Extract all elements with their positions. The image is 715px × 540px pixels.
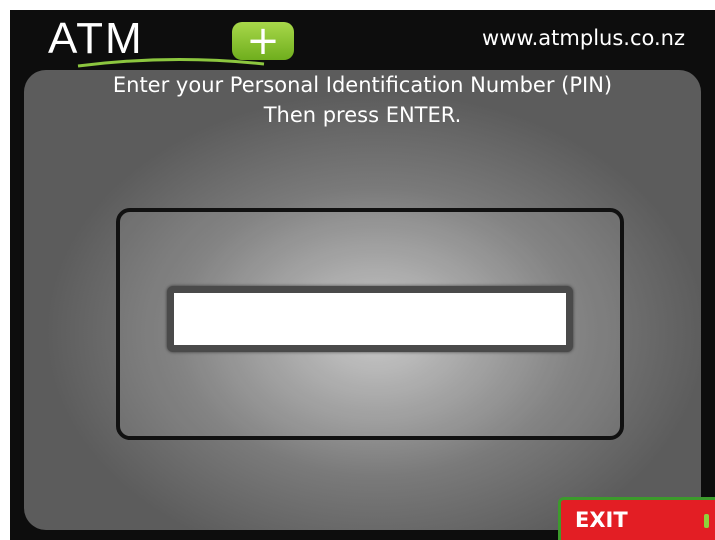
prompt-line-1: Enter your Personal Identification Numbe…: [112, 73, 613, 97]
exit-label: EXIT: [575, 508, 628, 532]
pin-prompt: Enter your Personal Identification Numbe…: [10, 70, 715, 130]
pin-input[interactable]: [167, 286, 573, 352]
atm-plus-logo: ATM +: [48, 14, 300, 70]
exit-indicator-icon: [704, 514, 709, 528]
website-url: www.atmplus.co.nz: [482, 26, 685, 50]
header: ATM + www.atmplus.co.nz: [10, 10, 715, 70]
exit-button[interactable]: EXIT: [558, 497, 715, 540]
atm-screen: ATM + www.atmplus.co.nz Enter your Perso…: [10, 10, 715, 540]
prompt-line-2: Then press ENTER.: [263, 103, 462, 127]
logo-plus-badge: +: [232, 21, 294, 61]
